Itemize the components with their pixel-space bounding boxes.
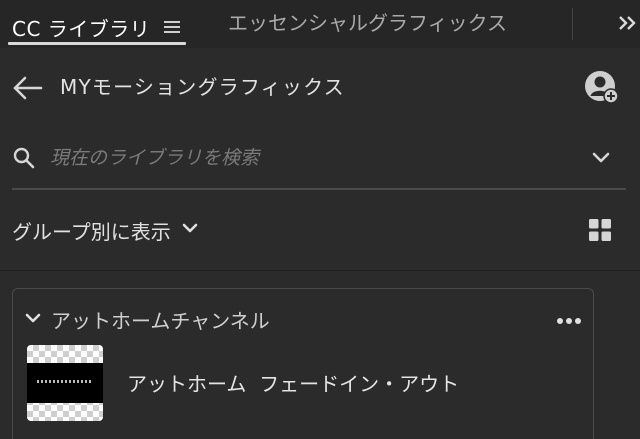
group-by-label: グループ別に表示 [12,219,171,244]
hamburger-menu-icon[interactable] [164,20,181,34]
cc-libraries-panel: CC ライブラリ エッセンシャルグラフィックス MYモーショングラフィックス 現… [0,0,640,439]
thumbnail-caption [37,380,91,383]
library-search-input[interactable] [50,141,530,175]
chevron-down-icon [25,310,41,329]
more-horizontal-icon[interactable] [556,311,582,324]
double-chevron-right-icon[interactable] [616,9,640,37]
active-tab-indicator [8,42,186,45]
tab-cc-libraries-label: CC ライブラリ [12,16,151,41]
video-thumbnail [27,345,103,421]
tab-divider [572,8,573,40]
page-title: MYモーショングラフィックス [60,75,345,99]
search-underline [12,188,626,190]
search-icon [12,146,36,170]
group-name: アットホームチャンネル [51,308,270,333]
thumbnail-frame [27,363,103,403]
section-divider [0,270,640,271]
library-item-name: アットホーム フェードイン・アウト [127,372,460,396]
chevron-down-icon [181,220,199,240]
chevron-down-icon[interactable] [590,148,612,168]
add-user-icon[interactable] [584,70,620,106]
group-header-toggle[interactable]: アットホームチャンネル [25,304,270,334]
tab-cc-libraries[interactable]: CC ライブラリ [12,8,181,46]
tab-essential-graphics[interactable]: エッセンシャルグラフィックス [228,8,507,38]
panel-tab-bar: CC ライブラリ エッセンシャルグラフィックス [0,0,640,48]
library-group-card: アットホームチャンネル アットホーム フェードイン・アウト [12,288,594,439]
library-item[interactable]: アットホーム フェードイン・アウト [27,345,577,423]
arrow-left-icon[interactable] [12,74,44,102]
group-by-dropdown[interactable]: グループ別に表示 [12,214,199,246]
grid-view-icon[interactable] [588,218,612,242]
